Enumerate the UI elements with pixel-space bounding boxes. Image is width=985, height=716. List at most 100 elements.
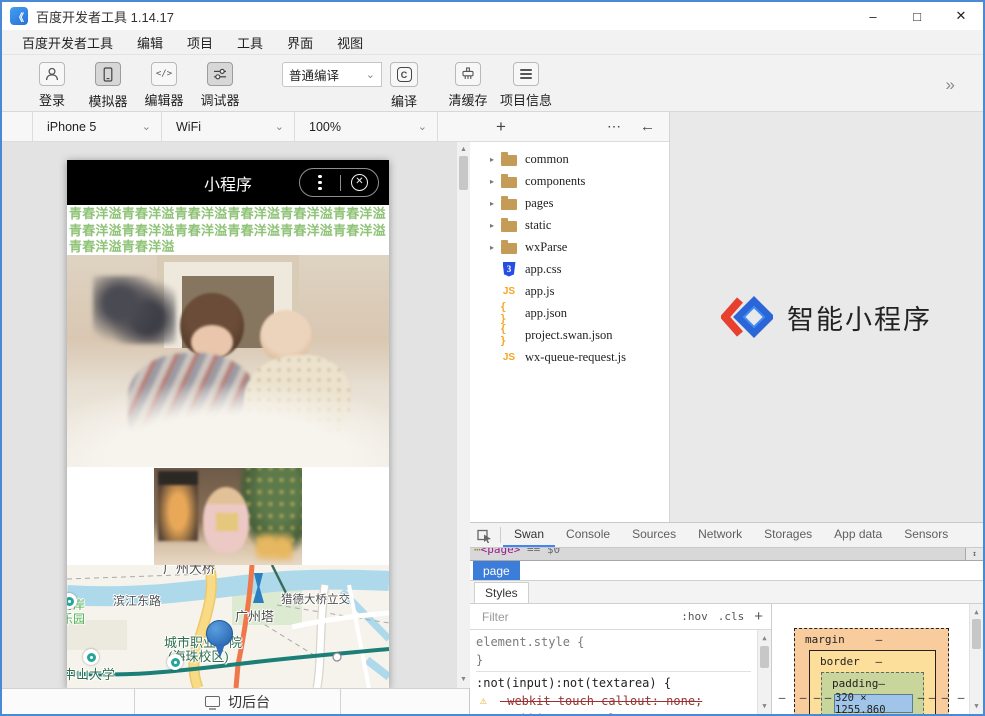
phone-screen: 小程序 ✕ 青春洋溢青春洋溢青春洋溢青春洋溢青春洋溢青春洋溢青春洋溢青春洋溢青春…: [67, 160, 389, 688]
file-tree-item-wxParse[interactable]: ▸wxParse: [470, 236, 669, 258]
scroll-updown-icon[interactable]: ↕: [965, 548, 983, 560]
device-value: iPhone 5: [47, 120, 96, 134]
box-model-scrollbar[interactable]: ▲ ▼: [969, 604, 983, 714]
devtools-tab-sensors[interactable]: Sensors: [893, 523, 959, 547]
collapse-panel-icon[interactable]: ←: [640, 118, 655, 135]
editor-toggle-button[interactable]: </> 编辑器: [136, 62, 192, 109]
devtools-tab-console[interactable]: Console: [555, 523, 621, 547]
styles-scrollbar[interactable]: ▲ ▼: [757, 630, 771, 714]
scroll-down-icon[interactable]: ▼: [457, 674, 470, 686]
css-property-disabled[interactable]: -webkit-user-select: none;: [476, 710, 751, 714]
file-tree-item-app.json[interactable]: { }app.json: [470, 302, 669, 324]
more-options-icon[interactable]: ⋯: [607, 118, 622, 135]
style-rules-area: element.style { } :not(input):not(textar…: [470, 630, 771, 714]
folder-arrow-icon[interactable]: ▸: [484, 155, 500, 164]
file-tree-item-pages[interactable]: ▸pages: [470, 192, 669, 214]
css-property-disabled[interactable]: ⚠-webkit-touch-callout: none;: [476, 692, 751, 710]
compile-mode-select[interactable]: 普通编译 ⌄: [282, 62, 382, 87]
box-model-padding[interactable]: padding– 320 × 1255.860: [821, 672, 924, 714]
box-model-border[interactable]: border– padding– 320 × 1255.860: [809, 650, 936, 714]
rule-selector: :not(input):not(textarea) {: [476, 674, 751, 692]
file-tree-item-app.js[interactable]: JSapp.js: [470, 280, 669, 302]
folder-icon: [500, 239, 518, 255]
devtools-tab-storages[interactable]: Storages: [753, 523, 823, 547]
photo-christmas-girl[interactable]: [154, 468, 302, 565]
right-pane: + ⋯ ← ▸common▸components▸pages▸static▸wx…: [470, 112, 983, 714]
scroll-up-icon[interactable]: ▲: [970, 606, 983, 618]
file-tree-item-static[interactable]: ▸static: [470, 214, 669, 236]
new-style-rule-button[interactable]: +: [754, 608, 763, 625]
inline-style-rule[interactable]: element.style { }: [476, 633, 751, 672]
rule-close-brace: }: [476, 651, 751, 669]
dom-tree-line[interactable]: ⋯<page> == $0 ↕: [470, 548, 983, 561]
map-pin-icon: [206, 620, 233, 660]
folder-arrow-icon[interactable]: ▸: [484, 199, 500, 208]
device-select[interactable]: iPhone 5 ⌄: [32, 112, 161, 141]
scroll-down-icon[interactable]: ▼: [970, 700, 983, 712]
breadcrumb-page[interactable]: page: [473, 561, 520, 580]
clear-cache-button[interactable]: 清缓存: [440, 62, 496, 109]
maximize-button[interactable]: □: [895, 2, 939, 30]
brush-icon: [455, 62, 481, 86]
menu-dots-icon[interactable]: [300, 175, 340, 190]
simulator-toggle-button[interactable]: 模拟器: [80, 62, 136, 110]
menu-item[interactable]: 界面: [275, 33, 325, 52]
folder-arrow-icon[interactable]: ▸: [484, 221, 500, 230]
styles-filter-row: :hov .cls +: [470, 604, 771, 630]
simulator-pane: iPhone 5 ⌄ WiFi ⌄ 100% ⌄ 小程序: [2, 112, 470, 714]
menu-item[interactable]: 百度开发者工具: [10, 33, 125, 52]
switch-background-button[interactable]: 切后台: [135, 689, 340, 714]
menu-item[interactable]: 项目: [175, 33, 225, 52]
not-input-rule[interactable]: :not(input):not(textarea) { ⚠-webkit-tou…: [476, 674, 751, 714]
close-button[interactable]: ✕: [939, 2, 983, 30]
map-view[interactable]: 广州大桥滨江东路广州塔猎德大桥立交城市职业学院(海珠校区)中山大学海岸乐园: [67, 565, 389, 688]
box-model-pane: margin– border– padding– 320 × 1255.860: [772, 604, 983, 714]
debugger-toggle-button[interactable]: 调试器: [192, 62, 248, 109]
scrollbar-thumb[interactable]: [760, 646, 769, 668]
menu-item[interactable]: 工具: [225, 33, 275, 52]
file-tree-item-common[interactable]: ▸common: [470, 148, 669, 170]
file-tree-item-app.css[interactable]: 3app.css: [470, 258, 669, 280]
box-model-content[interactable]: 320 × 1255.860: [834, 694, 913, 713]
compile-button[interactable]: C: [390, 62, 418, 87]
app-logo-icon: 《: [10, 7, 28, 25]
box-model-dash-value: –: [797, 691, 809, 704]
scroll-up-icon[interactable]: ▲: [457, 144, 470, 156]
toggle-class-editor[interactable]: .cls: [718, 610, 745, 623]
menu-item[interactable]: 视图: [325, 33, 375, 52]
inspect-element-button[interactable]: [470, 523, 498, 547]
tab-styles[interactable]: Styles: [474, 582, 529, 603]
file-tree-item-components[interactable]: ▸components: [470, 170, 669, 192]
devtools-tab-network[interactable]: Network: [687, 523, 753, 547]
devtools-panel: SwanConsoleSourcesNetworkStoragesApp dat…: [469, 522, 983, 714]
photo-children[interactable]: [67, 255, 389, 467]
folder-arrow-icon[interactable]: ▸: [484, 177, 500, 186]
toolbar-more-button[interactable]: »: [946, 75, 955, 95]
scrollbar-thumb[interactable]: [459, 156, 468, 190]
scrollbar-thumb[interactable]: [972, 619, 981, 649]
miniapp-close-button[interactable]: ✕: [341, 174, 378, 191]
devtools-tab-sources[interactable]: Sources: [621, 523, 687, 547]
box-model-margin[interactable]: margin– border– padding– 320 × 1255.860: [794, 628, 949, 714]
devtools-tab-swan[interactable]: Swan: [503, 523, 555, 547]
zoom-select[interactable]: 100% ⌄: [294, 112, 438, 141]
scroll-down-icon[interactable]: ▼: [758, 700, 771, 712]
file-tree-item-project.swan.json[interactable]: { }project.swan.json: [470, 324, 669, 346]
project-info-button[interactable]: 项目信息: [498, 62, 554, 109]
devtools-tab-app-data[interactable]: App data: [823, 523, 893, 547]
menu-item[interactable]: 编辑: [125, 33, 175, 52]
minimize-button[interactable]: –: [851, 2, 895, 30]
file-tree-item-wx-queue-request.js[interactable]: JSwx-queue-request.js: [470, 346, 669, 368]
toggle-hover-state[interactable]: :hov: [681, 610, 708, 623]
scroll-up-icon[interactable]: ▲: [758, 632, 771, 644]
window-title: 百度开发者工具 1.14.17: [36, 7, 174, 26]
login-button[interactable]: 登录: [24, 62, 80, 109]
add-file-button[interactable]: +: [496, 117, 506, 137]
folder-arrow-icon[interactable]: ▸: [484, 243, 500, 252]
devtools-tabs: SwanConsoleSourcesNetworkStoragesApp dat…: [503, 523, 959, 547]
simulator-scrollbar[interactable]: ▲ ▼: [456, 142, 470, 688]
network-select[interactable]: WiFi ⌄: [161, 112, 294, 141]
poi-icon: [83, 649, 99, 665]
styles-filter-input[interactable]: [480, 609, 671, 625]
box-model-dash-value: –: [955, 691, 967, 704]
